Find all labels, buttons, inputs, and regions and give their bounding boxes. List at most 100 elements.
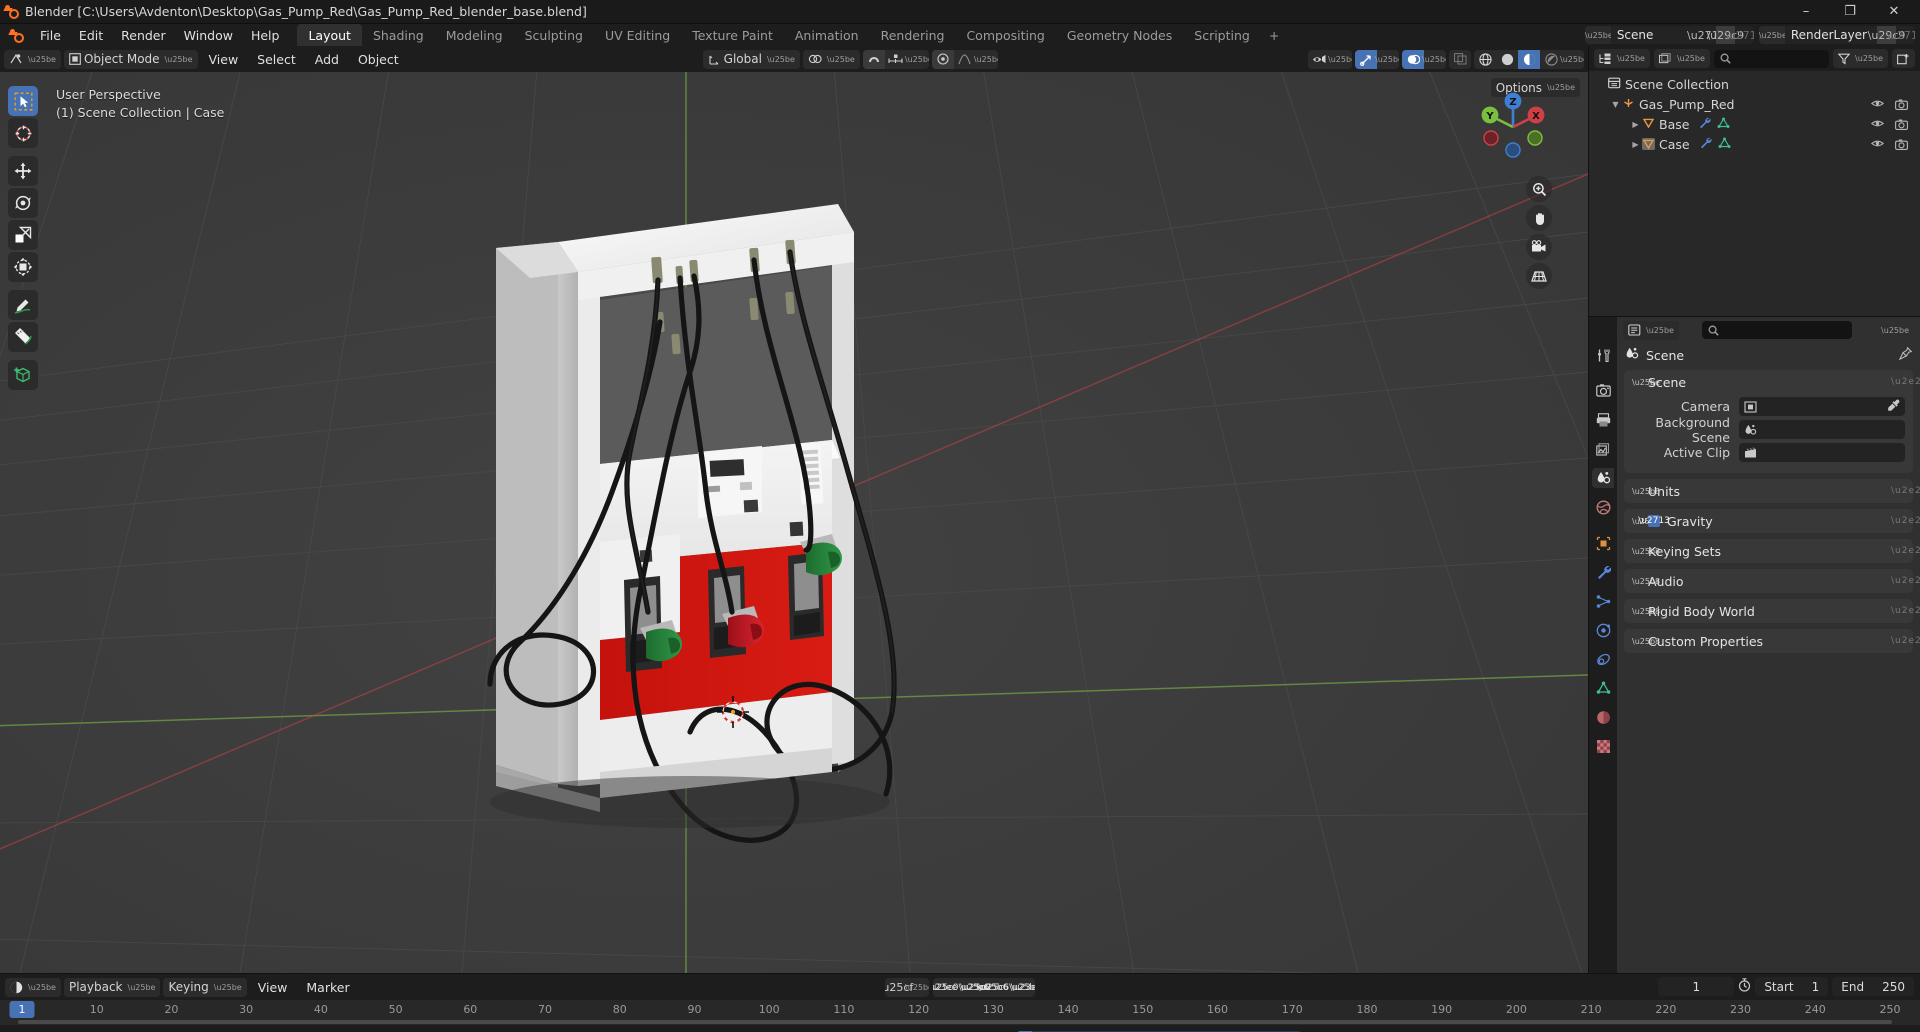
snap-mode-icon[interactable]	[885, 50, 907, 69]
frame-end-field[interactable]: End 250	[1832, 977, 1914, 996]
viewport-menu-view[interactable]: View	[201, 50, 247, 69]
move-tool[interactable]	[8, 156, 38, 186]
tab-uv-editing[interactable]: UV Editing	[594, 24, 681, 46]
remove-viewlayer-icon[interactable]: \u2715	[1886, 26, 1915, 44]
timeline-ruler[interactable]: 1 10 20 30 40 50 60 70 80 90 100 110 120 130 140 150 160…	[0, 1000, 1920, 1025]
shading-dropdown-icon[interactable]: \u25be	[1560, 50, 1584, 69]
timeline-menu-playback[interactable]: Playback \u25be	[63, 977, 161, 997]
cursor-tool[interactable]	[8, 118, 38, 148]
properties-tab-object-data[interactable]	[1592, 678, 1614, 698]
tab-modeling[interactable]: Modeling	[435, 24, 514, 46]
navigation-gizmo[interactable]: Z Y X	[1474, 88, 1552, 166]
measure-tool[interactable]	[8, 322, 38, 352]
menu-file[interactable]: File	[31, 24, 70, 46]
minimize-button[interactable]: –	[1784, 0, 1828, 24]
gravity-panel-header[interactable]: \u25b8 \u2713 Gravity \u2e2e	[1624, 509, 1920, 533]
scale-tool[interactable]	[8, 220, 38, 250]
properties-search-input[interactable]	[1701, 321, 1852, 339]
maximize-button[interactable]: ❐	[1828, 0, 1872, 24]
tab-layout[interactable]: Layout	[297, 24, 362, 46]
timeline-playhead[interactable]: 1	[9, 1001, 35, 1018]
new-collection-icon[interactable]	[1892, 49, 1915, 68]
keying-sets-panel-header[interactable]: \u25b8 Keying Sets \u2e2e	[1624, 539, 1920, 563]
properties-editor-type-selector[interactable]: \u25be	[1623, 320, 1679, 340]
keying-sets-panel[interactable]: \u25b8 Keying Sets \u2e2e	[1624, 539, 1920, 563]
units-panel-header[interactable]: \u25b8 Units \u2e2e	[1624, 479, 1920, 503]
outliner-display-mode-selector[interactable]: \u25be	[1653, 49, 1710, 68]
hide-in-viewport-icon[interactable]	[1870, 139, 1884, 150]
properties-tab-material[interactable]	[1592, 707, 1614, 727]
shading-material-preview-icon[interactable]	[1518, 49, 1540, 69]
tab-compositing[interactable]: Compositing	[955, 24, 1055, 46]
properties-tab-output[interactable]	[1592, 410, 1614, 430]
background-scene-field[interactable]	[1739, 420, 1905, 439]
menu-render[interactable]: Render	[112, 24, 175, 46]
rotate-tool[interactable]	[8, 188, 38, 218]
shading-solid-icon[interactable]	[1496, 50, 1518, 69]
chevron-right-icon[interactable]: \u25b8	[1632, 487, 1660, 496]
jump-to-end-button[interactable]: \u23ed	[1011, 978, 1035, 997]
disable-in-renders-icon[interactable]	[1894, 119, 1908, 130]
annotate-tool[interactable]	[8, 290, 38, 320]
use-preview-range-icon[interactable]	[1738, 977, 1751, 996]
snap-target-selector[interactable]: \u25be	[802, 49, 860, 69]
snap-dropdown-icon[interactable]: \u25be	[905, 50, 929, 69]
chevron-right-icon[interactable]: \u25b8	[1632, 607, 1660, 616]
tab-texture-paint[interactable]: Texture Paint	[681, 24, 784, 46]
gizmo-dropdown-icon[interactable]: \u25be	[1375, 50, 1399, 69]
modifier-wrench-icon[interactable]	[1698, 117, 1711, 132]
viewport-menu-add[interactable]: Add	[307, 50, 347, 69]
scene-selector[interactable]: \u25be Scene \u2712 \u29c9 \u2715	[1584, 26, 1754, 44]
mesh-data-icon[interactable]	[1717, 117, 1730, 132]
outliner-row-case[interactable]: ▶ Case	[1589, 134, 1920, 154]
mesh-data-icon[interactable]	[1718, 137, 1731, 152]
toggle-orthographic-grid-icon[interactable]	[1526, 263, 1552, 289]
timeline-menu-marker[interactable]: Marker	[298, 978, 357, 997]
menu-help[interactable]: Help	[242, 24, 289, 46]
overlays-dropdown-icon[interactable]: \u25be	[1422, 50, 1446, 69]
properties-tab-world[interactable]	[1592, 497, 1614, 517]
hide-in-viewport-icon[interactable]	[1870, 119, 1884, 130]
tab-geometry-nodes[interactable]: Geometry Nodes	[1056, 24, 1183, 46]
units-panel[interactable]: \u25b8 Units \u2e2e	[1624, 479, 1920, 503]
show-overlays-icon[interactable]	[1402, 49, 1424, 69]
properties-options-dropdown[interactable]: \u25be	[1874, 321, 1914, 340]
eyedropper-icon[interactable]	[1887, 399, 1900, 415]
disable-in-renders-icon[interactable]	[1894, 99, 1908, 110]
active-clip-field[interactable]	[1739, 443, 1905, 462]
editor-type-selector[interactable]: \u25be	[4, 49, 61, 69]
modifier-wrench-icon[interactable]	[1699, 137, 1712, 152]
custom-properties-panel[interactable]: \u25b8 Custom Properties \u2e2e	[1624, 629, 1920, 653]
scene-panel-header[interactable]: \u25be Scene \u2e2e	[1624, 370, 1920, 394]
properties-tab-view-layer[interactable]	[1592, 439, 1614, 459]
timeline-menu-keying[interactable]: Keying \u25be	[163, 977, 247, 997]
outliner-tree[interactable]: Scene Collection ▼ Gas_Pump_Red ▶ Base ▶…	[1589, 71, 1920, 316]
show-gizmo-icon[interactable]	[1355, 49, 1377, 69]
chevron-right-icon[interactable]: \u25b8	[1632, 577, 1660, 586]
disclosure-triangle[interactable]: ▼	[1609, 100, 1622, 109]
rigid-body-world-panel[interactable]: \u25b8 Rigid Body World \u2e2e	[1624, 599, 1920, 623]
viewport-menu-select[interactable]: Select	[249, 50, 304, 69]
properties-tab-tool[interactable]	[1592, 345, 1614, 365]
chevron-right-icon[interactable]: \u25b8	[1632, 637, 1660, 646]
properties-tab-texture[interactable]	[1592, 736, 1614, 756]
viewport-3d-canvas[interactable]: User Perspective (1) Scene Collection | …	[0, 72, 1588, 973]
audio-panel-header[interactable]: \u25b8 Audio \u2e2e	[1624, 569, 1920, 593]
zoom-icon[interactable]	[1526, 176, 1552, 202]
outliner-row-base[interactable]: ▶ Base	[1589, 114, 1920, 134]
tab-rendering[interactable]: Rendering	[870, 24, 956, 46]
timeline-editor-type-selector[interactable]: \u25be	[5, 977, 61, 997]
tab-animation[interactable]: Animation	[784, 24, 870, 46]
properties-tab-physics[interactable]	[1592, 620, 1614, 640]
viewport-menu-object[interactable]: Object	[350, 50, 407, 69]
outliner-row-scene-collection[interactable]: Scene Collection	[1589, 74, 1920, 94]
shading-wireframe-icon[interactable]	[1474, 50, 1496, 69]
properties-tab-object[interactable]	[1592, 533, 1614, 553]
hide-in-viewport-icon[interactable]	[1870, 99, 1884, 110]
outliner-editor-type-selector[interactable]: \u25be	[1594, 49, 1650, 68]
camera-field[interactable]	[1739, 397, 1905, 416]
disclosure-triangle[interactable]: ▶	[1629, 120, 1642, 129]
properties-tab-particles[interactable]	[1592, 591, 1614, 611]
viewlayer-name[interactable]: RenderLayer	[1784, 26, 1877, 44]
falloff-curve-icon[interactable]	[954, 50, 976, 69]
